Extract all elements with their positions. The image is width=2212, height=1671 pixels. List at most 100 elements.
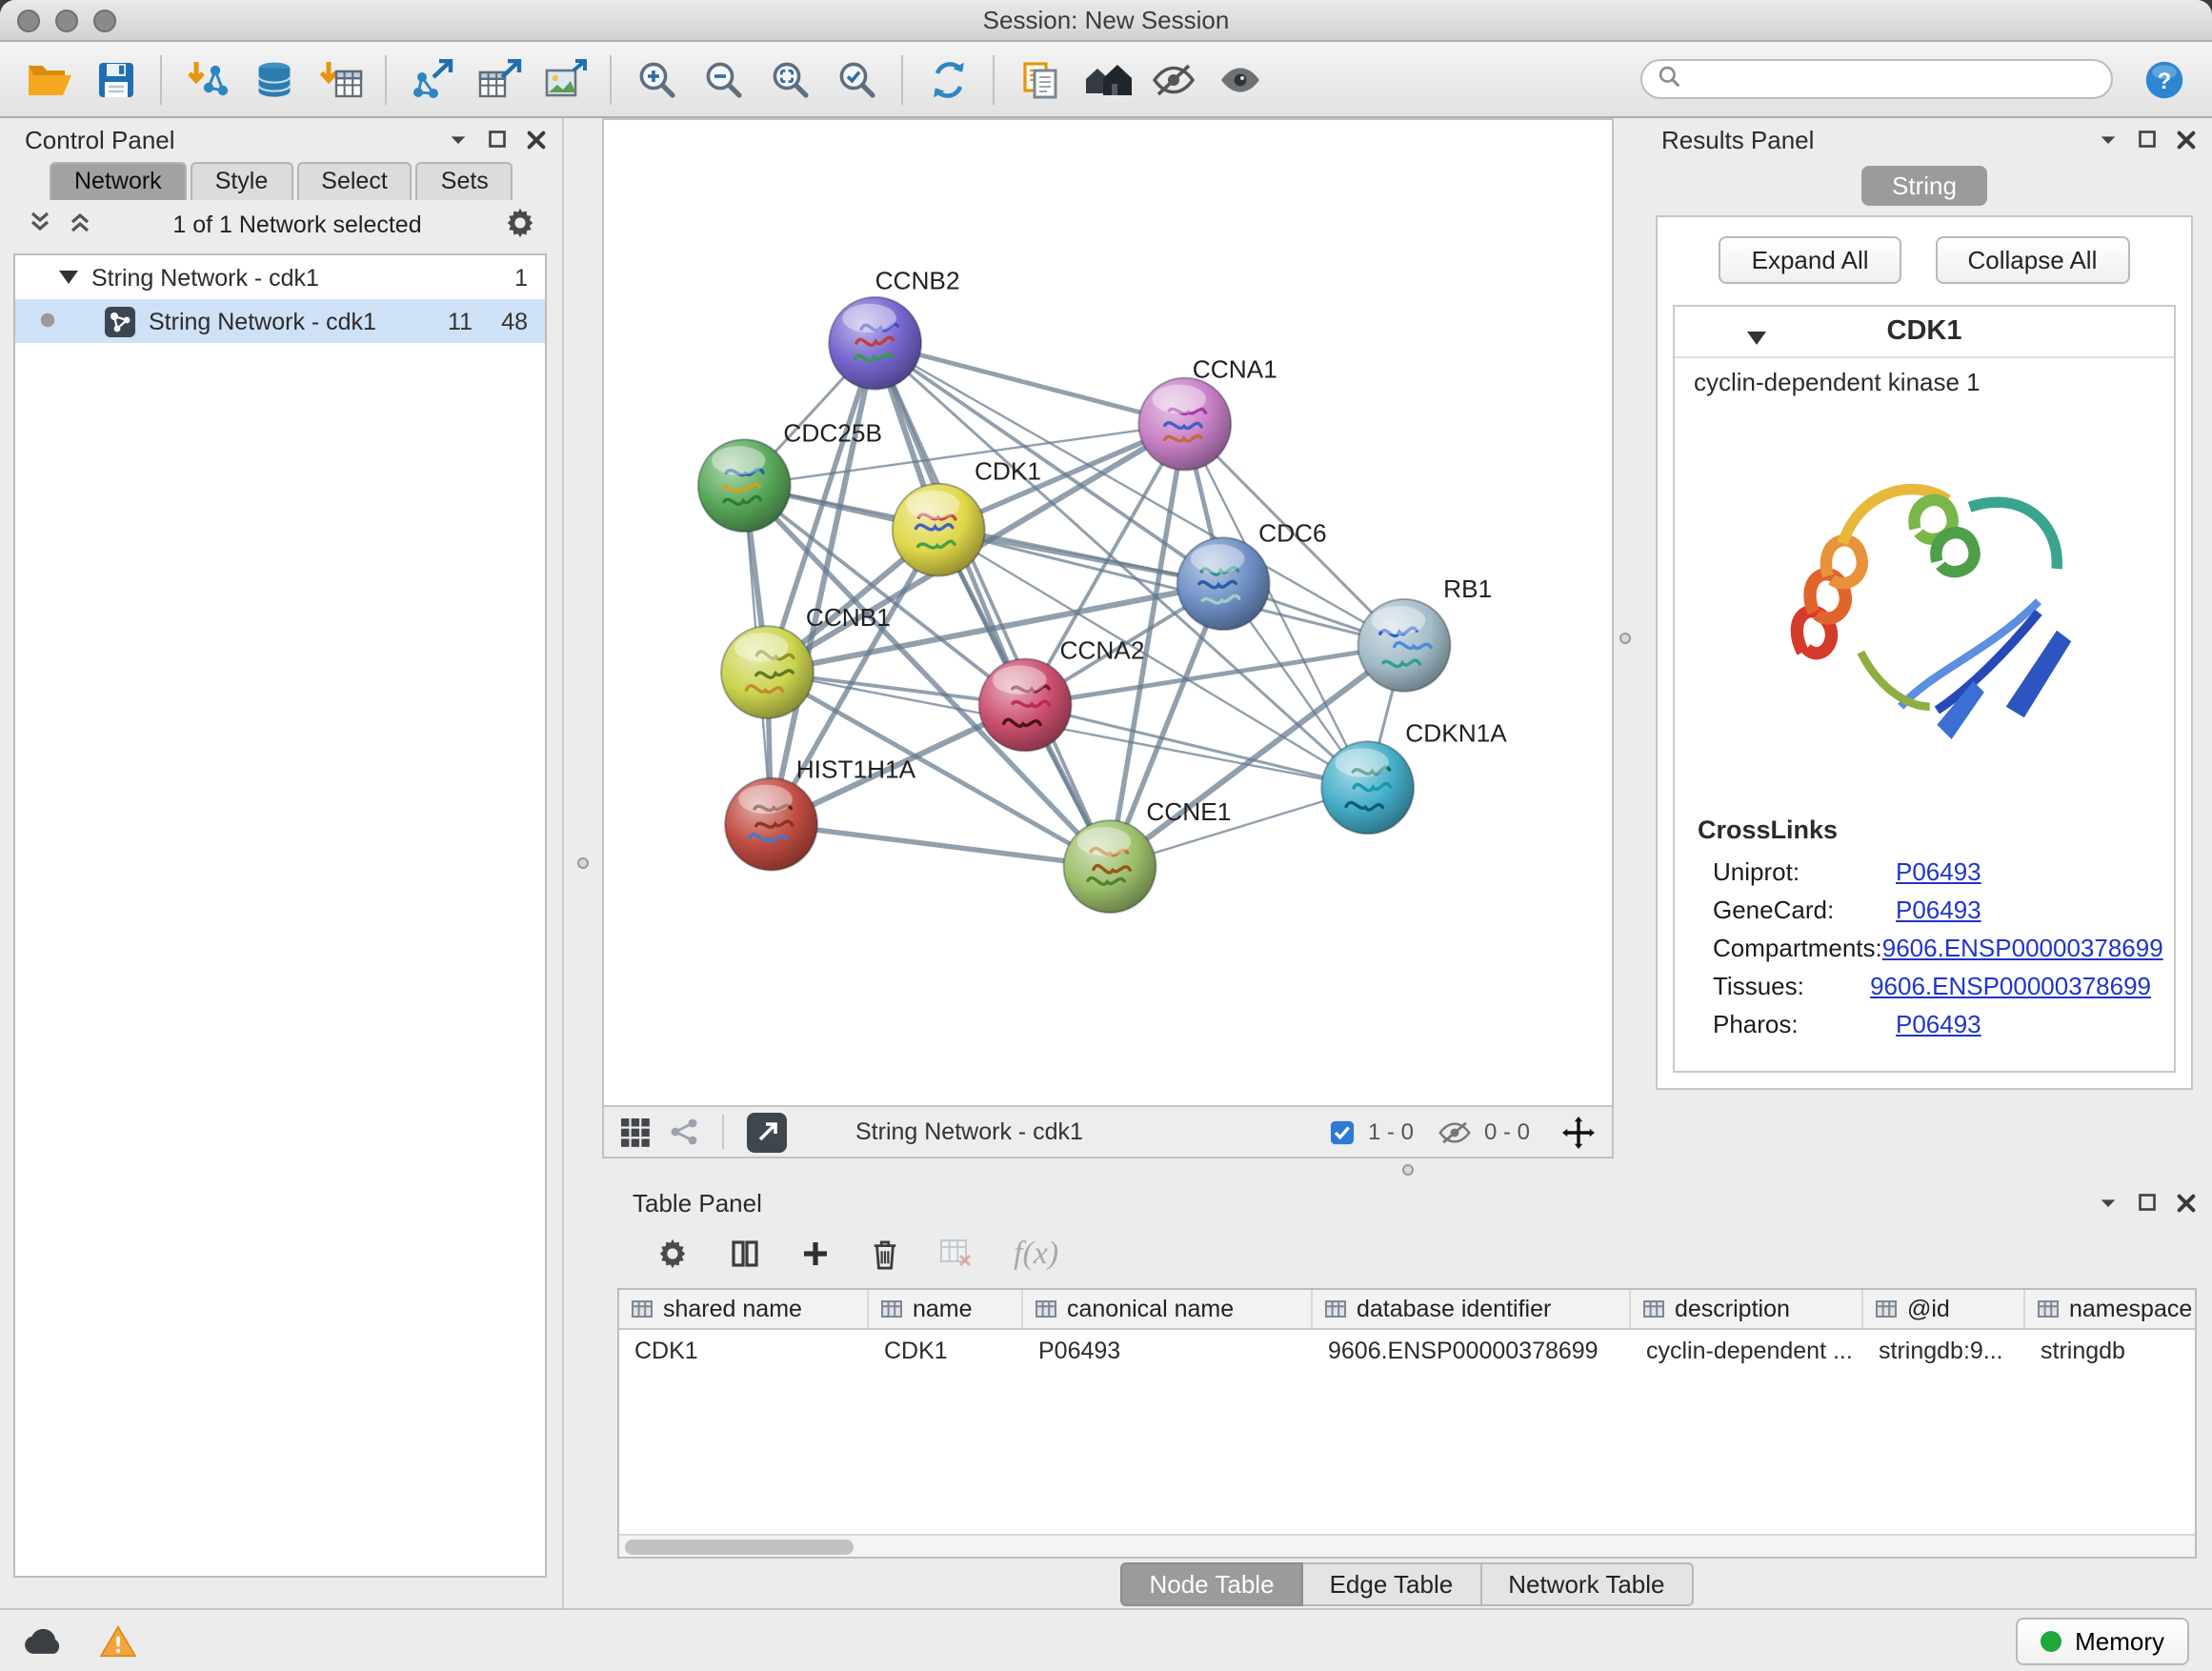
maximize-window-button[interactable]	[93, 9, 116, 31]
section-disclosure-icon[interactable]	[1747, 324, 1766, 354]
cloud-status-button[interactable]	[23, 1626, 65, 1655]
pan-mode-button[interactable]	[1562, 1116, 1595, 1148]
search-input[interactable]	[1690, 66, 2096, 92]
apply-layout-button[interactable]	[915, 49, 981, 110]
delete-column-icon[interactable]	[871, 1238, 899, 1270]
minimize-window-button[interactable]	[55, 9, 78, 31]
column-header--id[interactable]: @id	[1863, 1290, 2025, 1328]
panel-menu-icon[interactable]	[448, 129, 469, 150]
copy-document-button[interactable]	[1006, 49, 1073, 110]
network-node-CDC6[interactable]: CDC6	[1177, 518, 1327, 630]
save-session-button[interactable]	[82, 49, 149, 110]
table-row[interactable]: CDK1CDK1P064939606.ENSP00000378699cyclin…	[619, 1330, 2195, 1370]
disclosure-triangle-icon[interactable]	[59, 264, 78, 291]
crosslink-uniprot-link[interactable]: P06493	[1896, 857, 1981, 886]
column-header-description[interactable]: description	[1631, 1290, 1863, 1328]
float-panel-icon[interactable]	[2138, 130, 2157, 149]
open-session-button[interactable]	[15, 49, 82, 110]
network-node-CCNB2[interactable]: CCNB2	[829, 267, 959, 390]
detach-view-button[interactable]	[747, 1112, 787, 1152]
table-cell[interactable]: P06493	[1023, 1337, 1313, 1363]
network-node-RB1[interactable]: RB1	[1358, 574, 1493, 692]
table-panel-splitter[interactable]	[602, 1158, 2212, 1181]
tab-network-table[interactable]: Network Table	[1481, 1561, 1693, 1605]
network-node-CDKN1A[interactable]: CDKN1A	[1321, 718, 1507, 834]
column-header-database-identifier[interactable]: database identifier	[1313, 1290, 1631, 1328]
table-cell[interactable]: cyclin-dependent ...	[1631, 1337, 1863, 1363]
selected-checkbox-icon[interactable]	[1330, 1119, 1355, 1144]
grid-view-icon[interactable]	[621, 1117, 650, 1146]
panel-menu-icon[interactable]	[2098, 1192, 2119, 1213]
export-network-button[interactable]	[398, 49, 465, 110]
table-cell[interactable]: stringdb:9...	[1863, 1337, 2025, 1363]
show-home-button[interactable]	[1073, 49, 1139, 110]
collapse-all-button[interactable]: Collapse All	[1936, 236, 2130, 284]
control-panel-splitter[interactable]	[564, 118, 602, 1608]
table-cell[interactable]: CDK1	[619, 1337, 869, 1363]
network-options-gear-icon[interactable]	[503, 205, 537, 245]
hide-selected-button[interactable]	[1139, 49, 1206, 110]
panel-menu-icon[interactable]	[2098, 129, 2119, 150]
control-panel-title: Control Panel	[25, 125, 429, 153]
zoom-fit-content-button[interactable]	[756, 49, 823, 110]
memory-button[interactable]: Memory	[2016, 1617, 2189, 1664]
zoom-out-button[interactable]	[690, 49, 756, 110]
network-node-CDC25B[interactable]: CDC25B	[698, 418, 882, 532]
results-panel-splitter[interactable]	[1614, 118, 1637, 1158]
table-options-gear-icon[interactable]	[655, 1237, 690, 1271]
table-empty-area[interactable]	[619, 1370, 2195, 1534]
collapse-tree-icon[interactable]	[69, 210, 91, 240]
expand-all-button[interactable]: Expand All	[1719, 236, 1901, 284]
float-panel-icon[interactable]	[488, 130, 507, 149]
warnings-button[interactable]	[99, 1624, 137, 1657]
column-header-canonical-name[interactable]: canonical name	[1023, 1290, 1313, 1328]
network-node-CCNE1[interactable]: CCNE1	[1064, 797, 1232, 913]
tab-edge-table[interactable]: Edge Table	[1303, 1561, 1482, 1605]
network-collection-row[interactable]: String Network - cdk1 1	[15, 255, 545, 299]
close-window-button[interactable]	[17, 9, 40, 31]
close-panel-icon[interactable]	[526, 129, 547, 150]
network-node-HIST1H1A[interactable]: HIST1H1A	[725, 755, 916, 871]
export-image-button[interactable]	[532, 49, 598, 110]
zoom-in-button[interactable]	[623, 49, 690, 110]
tab-string[interactable]: String	[1861, 165, 1987, 205]
import-network-from-file-button[interactable]	[173, 49, 240, 110]
network-node-CDK1[interactable]: CDK1	[893, 457, 1041, 576]
network-node-CCNA1[interactable]: CCNA1	[1138, 355, 1277, 471]
export-table-button[interactable]	[465, 49, 532, 110]
crosslink-compartments-link[interactable]: 9606.ENSP00000378699	[1882, 934, 2163, 962]
import-network-from-database-button[interactable]	[240, 49, 307, 110]
table-cell[interactable]: 9606.ENSP00000378699	[1313, 1337, 1631, 1363]
crosslink-tissues-link[interactable]: 9606.ENSP00000378699	[1870, 972, 2151, 1000]
float-panel-icon[interactable]	[2138, 1193, 2157, 1212]
network-overview-icon[interactable]	[669, 1117, 699, 1147]
scrollbar-thumb[interactable]	[625, 1540, 854, 1555]
close-panel-icon[interactable]	[2176, 1192, 2197, 1213]
tab-node-table[interactable]: Node Table	[1120, 1561, 1302, 1605]
column-header-shared-name[interactable]: shared name	[619, 1290, 869, 1328]
show-all-button[interactable]	[1206, 49, 1273, 110]
table-cell[interactable]: stringdb	[2025, 1337, 2212, 1363]
help-button[interactable]: ?	[2140, 54, 2189, 104]
crosslink-genecard-link[interactable]: P06493	[1896, 896, 1981, 924]
add-column-icon[interactable]	[800, 1238, 831, 1269]
tab-select[interactable]: Select	[296, 162, 412, 200]
tab-network[interactable]: Network	[50, 162, 187, 200]
show-columns-icon[interactable]	[730, 1238, 760, 1269]
crosslink-pharos-link[interactable]: P06493	[1896, 1010, 1981, 1038]
column-header-namespace[interactable]: namespace	[2025, 1290, 2195, 1328]
tab-sets[interactable]: Sets	[416, 162, 513, 200]
network-graph[interactable]: CCNB2CCNA1CDC25BCDK1CDC6RB1CCNB1CCNA2CDK…	[604, 120, 1612, 1105]
zoom-selected-button[interactable]	[823, 49, 890, 110]
table-cell[interactable]: CDK1	[869, 1337, 1023, 1363]
horizontal-scrollbar[interactable]	[619, 1534, 2195, 1557]
search-field[interactable]	[1640, 59, 2113, 99]
network-row[interactable]: String Network - cdk1 11 48	[15, 299, 545, 343]
expand-tree-icon[interactable]	[29, 210, 51, 240]
tab-style[interactable]: Style	[191, 162, 293, 200]
import-table-from-file-button[interactable]	[307, 49, 373, 110]
column-header-name[interactable]: name	[869, 1290, 1023, 1328]
close-panel-icon[interactable]	[2176, 129, 2197, 150]
network-canvas[interactable]: CCNB2CCNA1CDC25BCDK1CDC6RB1CCNB1CCNA2CDK…	[604, 120, 1612, 1105]
hidden-eye-icon[interactable]	[1438, 1119, 1471, 1144]
